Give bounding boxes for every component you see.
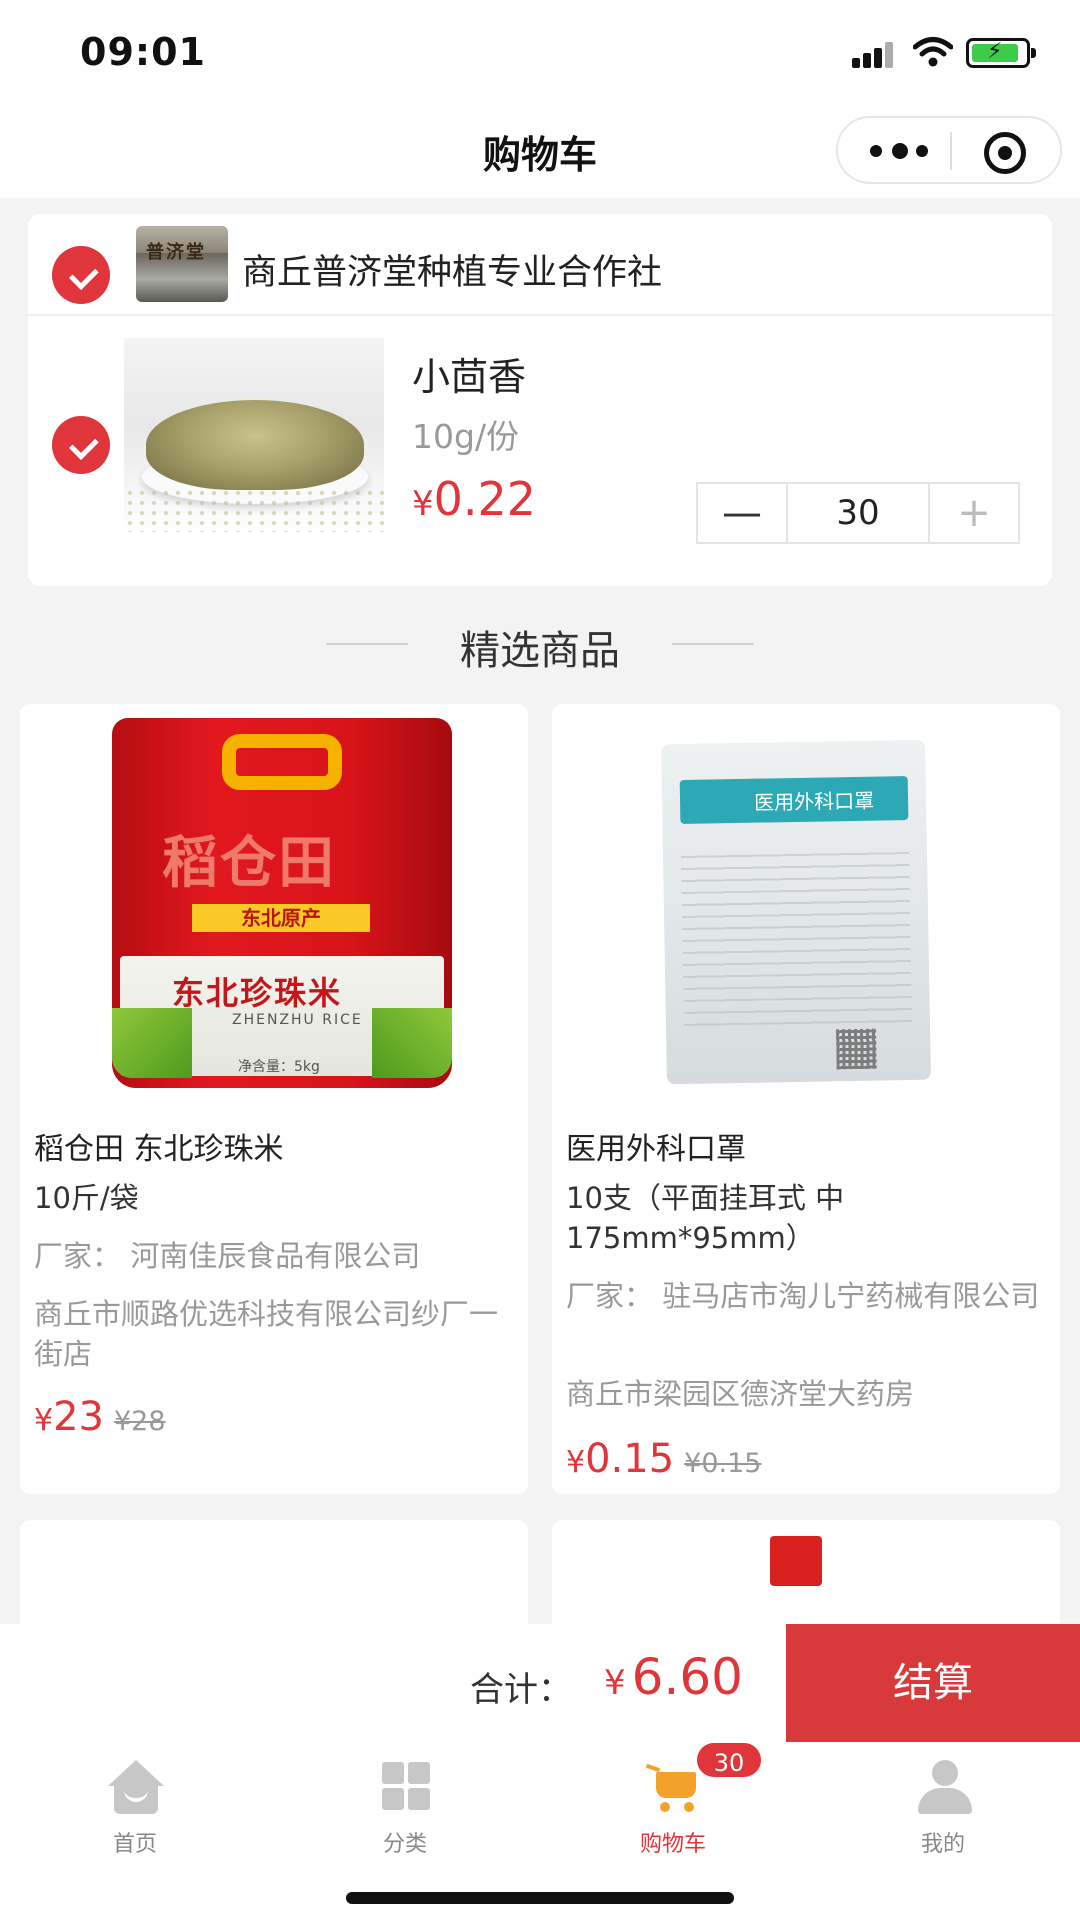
product-name: 医用外科口罩 — [566, 1132, 746, 1167]
cart-icon — [645, 1760, 702, 1816]
tab-label: 首页 — [112, 1832, 157, 1857]
item-spec: 10g/份 — [412, 417, 520, 456]
original-price: ¥0.15 — [684, 1448, 762, 1479]
product-maker: 厂家： 河南佳辰食品有限公司 — [34, 1239, 421, 1273]
cart-store-card: 普济堂 商丘普济堂种植专业合作社 小茴香 10g/份 ¥0.22 — 30 + — [28, 214, 1052, 586]
product-image[interactable]: 稻仓田 东北原产 东北珍珠米 ZHENZHU RICE 净含量：5kg — [20, 704, 528, 1104]
divider — [28, 314, 1052, 316]
product-card[interactable]: 稻仓田 东北原产 东北珍珠米 ZHENZHU RICE 净含量：5kg 稻仓田 … — [20, 704, 528, 1494]
section-line-right — [672, 643, 754, 645]
item-name[interactable]: 小茴香 — [412, 346, 526, 401]
product-image[interactable] — [124, 338, 384, 532]
store-checkbox[interactable] — [52, 246, 110, 304]
close-mini-program-icon[interactable] — [984, 132, 1026, 174]
nav-bar: 购物车 — [0, 100, 1080, 198]
product-maker: 厂家： 驻马店市淘儿宁药械有限公司 — [566, 1279, 1040, 1313]
item-checkbox[interactable] — [52, 416, 110, 474]
store-name[interactable]: 商丘普济堂种植专业合作社 — [242, 244, 662, 295]
product-image[interactable] — [770, 1536, 822, 1586]
product-spec: 10斤/袋 — [34, 1181, 139, 1215]
product-price: ¥23 ¥28 — [34, 1394, 166, 1440]
rice-bag-image: 稻仓田 东北原产 东北珍珠米 ZHENZHU RICE 净含量：5kg — [112, 718, 452, 1088]
battery-icon: ⚡ — [966, 38, 1036, 68]
status-time: 09:01 — [80, 30, 206, 74]
store-logo-text: 普济堂 — [146, 242, 206, 263]
mask-bag-image: 医用外科口罩 — [661, 739, 931, 1085]
status-bar: 09:01 ⚡ — [0, 0, 1080, 100]
tab-cart[interactable]: 30 购物车 — [598, 1740, 764, 1857]
tab-label: 分类 — [382, 1832, 427, 1857]
total-label: 合计： — [470, 1670, 572, 1710]
product-shop: 商丘市顺路优选科技有限公司纱厂一街店 — [34, 1297, 499, 1371]
product-card[interactable]: 医用外科口罩 医用外科口罩 10支（平面挂耳式 中 175mm*95mm） 厂家… — [552, 704, 1060, 1494]
grid-icon — [378, 1760, 434, 1816]
original-price: ¥28 — [114, 1406, 166, 1437]
store-logo: 普济堂 — [136, 226, 228, 302]
product-card[interactable] — [552, 1520, 1060, 1640]
signal-icon — [852, 42, 896, 68]
tab-label: 我的 — [920, 1832, 965, 1857]
product-price: ¥0.15 ¥0.15 — [566, 1436, 762, 1482]
product-name: 稻仓田 东北珍珠米 — [34, 1132, 284, 1167]
product-image[interactable]: 医用外科口罩 — [552, 704, 1060, 1104]
checkout-bar: 合计： ¥6.60 结算 — [0, 1624, 1080, 1742]
cart-badge: 30 — [694, 1740, 764, 1780]
section-title: 精选商品 — [460, 628, 620, 674]
tab-category[interactable]: 分类 — [330, 1756, 480, 1857]
quantity-input[interactable]: 30 — [786, 484, 930, 542]
home-indicator[interactable] — [346, 1892, 734, 1904]
product-card[interactable] — [20, 1520, 528, 1640]
quantity-stepper: — 30 + — [696, 482, 1020, 544]
checkout-button[interactable]: 结算 — [786, 1624, 1080, 1742]
user-icon — [916, 1760, 972, 1816]
more-icon[interactable] — [868, 135, 938, 165]
tab-label: 购物车 — [639, 1832, 706, 1857]
capsule-divider — [950, 132, 952, 170]
product-spec: 10支（平面挂耳式 中 175mm*95mm） — [566, 1181, 845, 1255]
mini-program-capsule — [836, 116, 1062, 184]
item-price: ¥0.22 — [412, 472, 537, 526]
home-icon — [108, 1760, 164, 1816]
total-amount: ¥6.60 — [604, 1648, 743, 1706]
tab-home[interactable]: 首页 — [60, 1756, 210, 1857]
decrease-button[interactable]: — — [698, 484, 786, 542]
tab-profile[interactable]: 我的 — [868, 1756, 1018, 1857]
product-shop: 商丘市梁园区德济堂大药房 — [566, 1377, 915, 1411]
increase-button[interactable]: + — [930, 484, 1018, 542]
wifi-icon — [913, 37, 953, 67]
